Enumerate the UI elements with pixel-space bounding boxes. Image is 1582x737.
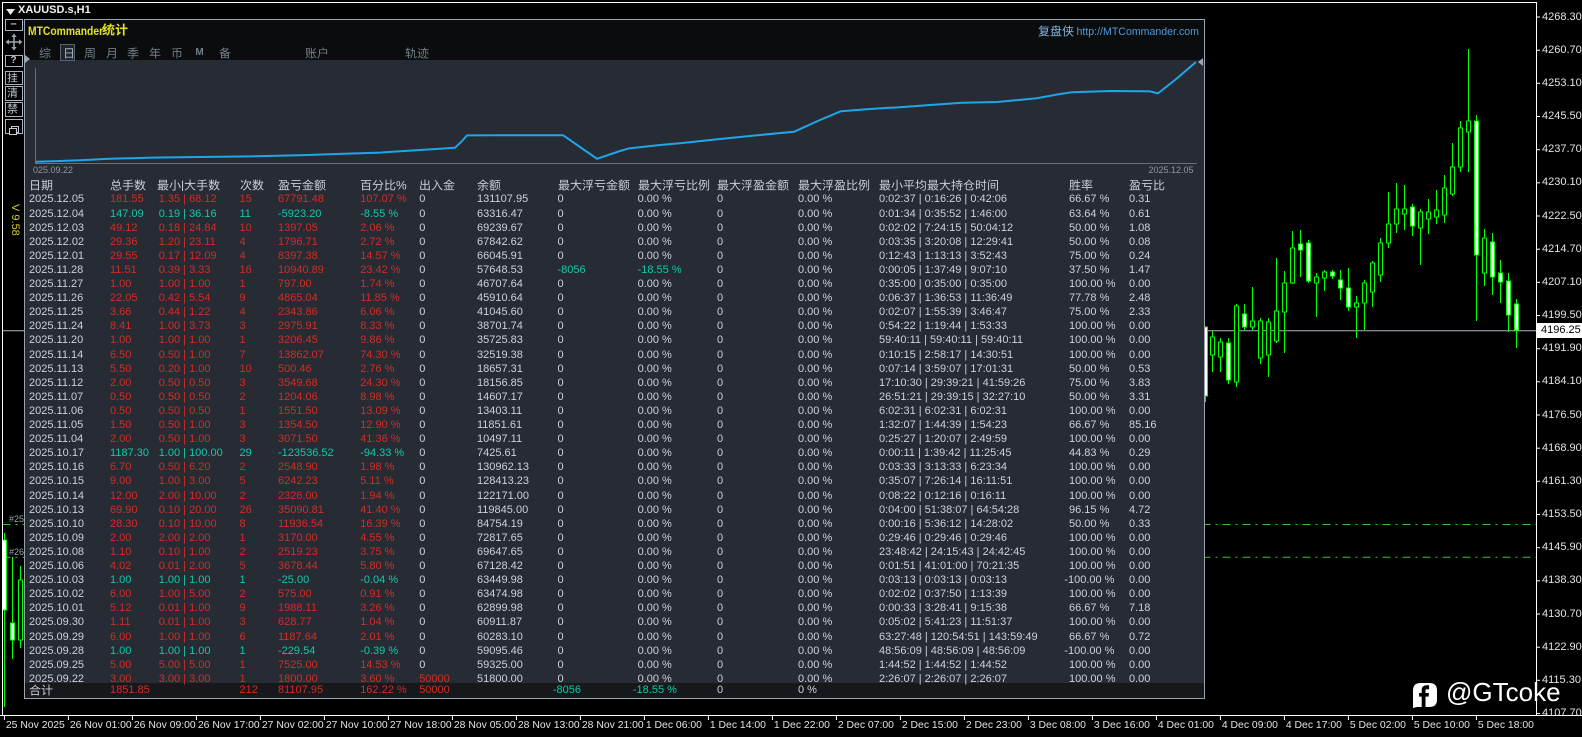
svg-text:|: | bbox=[181, 179, 184, 191]
svg-text:%: % bbox=[396, 179, 407, 191]
